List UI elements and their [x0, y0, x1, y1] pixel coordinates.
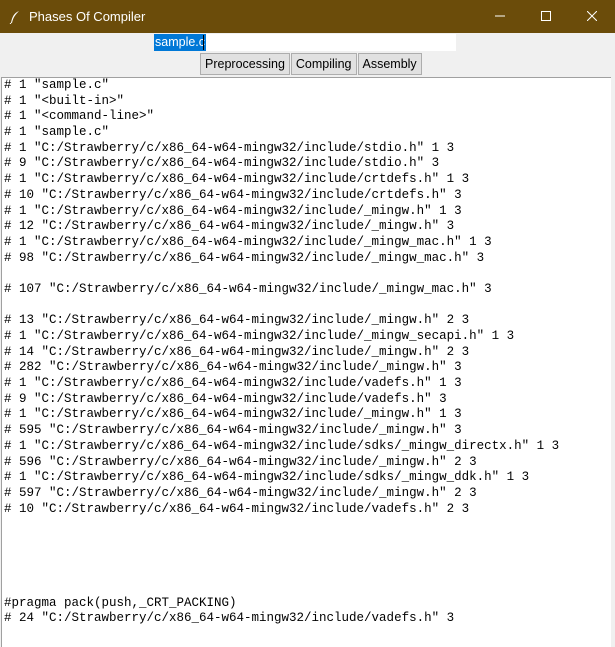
output-line: # 595 "C:/Strawberry/c/x86_64-w64-mingw3… — [4, 423, 462, 438]
close-button[interactable] — [569, 0, 615, 33]
output-line: # 9 "C:/Strawberry/c/x86_64-w64-mingw32/… — [4, 156, 440, 171]
output-line: # 597 "C:/Strawberry/c/x86_64-w64-mingw3… — [4, 485, 477, 500]
feather-icon — [7, 0, 23, 33]
text-caret — [203, 35, 204, 50]
output-line: # 1 "C:/Strawberry/c/x86_64-w64-mingw32/… — [4, 438, 560, 453]
output-line: # 10 "C:/Strawberry/c/x86_64-w64-mingw32… — [4, 187, 462, 202]
output-line: # 1 "C:/Strawberry/c/x86_64-w64-mingw32/… — [4, 140, 455, 155]
maximize-button[interactable] — [523, 0, 569, 33]
window-edge — [611, 33, 615, 647]
app-window: Phases Of Compiler sample.c Preprocessin — [0, 0, 615, 647]
output-line: # 1 "sample.c" — [4, 125, 110, 140]
assembly-button[interactable]: Assembly — [357, 53, 422, 75]
output-line: # 107 "C:/Strawberry/c/x86_64-w64-mingw3… — [4, 281, 492, 296]
window-title: Phases Of Compiler — [29, 9, 146, 24]
output-line: # 24 "C:/Strawberry/c/x86_64-w64-mingw32… — [4, 611, 455, 626]
output-line: # 9 "C:/Strawberry/c/x86_64-w64-mingw32/… — [4, 391, 447, 406]
output-line: # 1 "C:/Strawberry/c/x86_64-w64-mingw32/… — [4, 376, 462, 391]
output-line: # 596 "C:/Strawberry/c/x86_64-w64-mingw3… — [4, 454, 477, 469]
output-line: # 1 "sample.c" — [4, 78, 110, 92]
output-line: # 1 "C:/Strawberry/c/x86_64-w64-mingw32/… — [4, 172, 470, 187]
output-line: #pragma pack(push,_CRT_PACKING) — [4, 595, 237, 610]
minimize-button[interactable] — [477, 0, 523, 33]
minimize-icon — [495, 8, 505, 26]
output-line: # 10 "C:/Strawberry/c/x86_64-w64-mingw32… — [4, 501, 470, 516]
output-line: # 1 "C:/Strawberry/c/x86_64-w64-mingw32/… — [4, 329, 515, 343]
output-line: # 1 "C:/Strawberry/c/x86_64-w64-mingw32/… — [4, 407, 462, 422]
window-controls — [477, 0, 615, 33]
compiling-button[interactable]: Compiling — [290, 53, 357, 75]
maximize-icon — [541, 8, 551, 26]
output-line: # 98 "C:/Strawberry/c/x86_64-w64-mingw32… — [4, 250, 485, 265]
output-line: # 12 "C:/Strawberry/c/x86_64-w64-mingw32… — [4, 219, 455, 234]
title-bar[interactable]: Phases Of Compiler — [0, 0, 615, 33]
close-icon — [586, 8, 598, 26]
phase-buttons: Preprocessing Compiling Assembly — [200, 53, 423, 75]
output-line: # 1 "<command-line>" — [4, 109, 155, 124]
output-text-area[interactable]: # 1 "sample.c" # 1 "<built-in>" # 1 "<comm… — [1, 77, 611, 647]
output-line: # 1 "C:/Strawberry/c/x86_64-w64-mingw32/… — [4, 470, 530, 485]
output-line: # 282 "C:/Strawberry/c/x86_64-w64-mingw3… — [4, 360, 462, 375]
output-line: # 1 "C:/Strawberry/c/x86_64-w64-mingw32/… — [4, 203, 462, 218]
preprocessing-button[interactable]: Preprocessing — [200, 53, 290, 75]
output-line: # 14 "C:/Strawberry/c/x86_64-w64-mingw32… — [4, 344, 470, 359]
file-name-selection: sample.c — [154, 34, 207, 51]
output-line: # 1 "C:/Strawberry/c/x86_64-w64-mingw32/… — [4, 234, 492, 249]
output-line: # 13 "C:/Strawberry/c/x86_64-w64-mingw32… — [4, 313, 470, 328]
output-line: # 1 "<built-in>" — [4, 93, 125, 108]
